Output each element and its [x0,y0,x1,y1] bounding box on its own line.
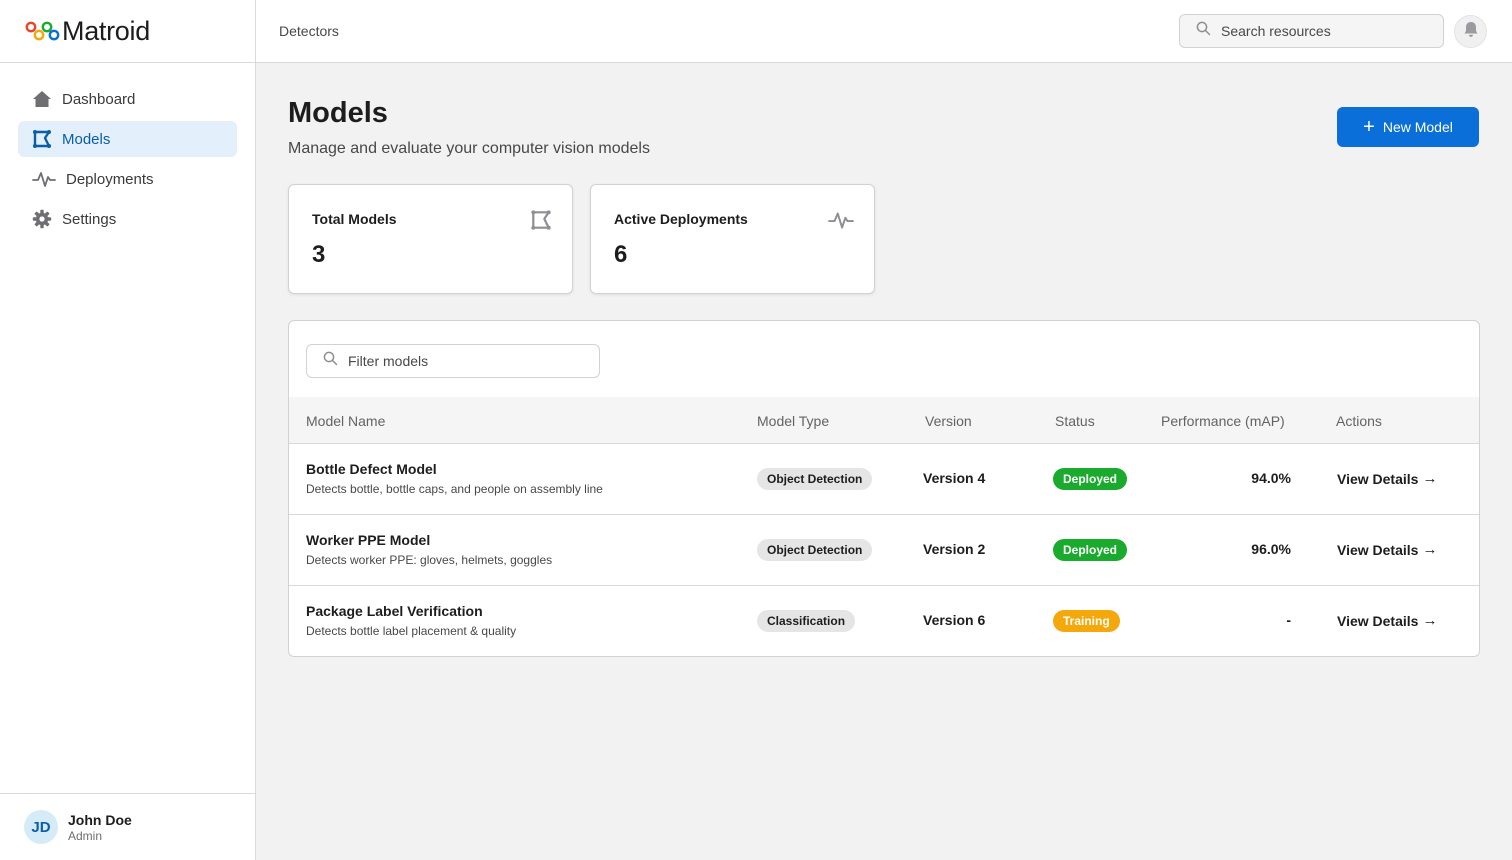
activity-icon [828,209,854,231]
stat-label: Total Models [312,211,397,227]
user-info: John Doe Admin [68,812,132,843]
status-badge: Deployed [1053,468,1128,490]
main-content: Models Manage and evaluate your computer… [256,63,1512,860]
sidebar-item-deployments[interactable]: Deployments [18,161,237,197]
filter-input[interactable] [348,353,578,369]
view-details-label: View Details [1337,470,1419,487]
model-description: Detects worker PPE: gloves, helmets, gog… [306,553,553,567]
notifications-button[interactable] [1454,15,1487,48]
plus-icon: + [1363,116,1375,138]
model-type-badge: Object Detection [757,468,873,490]
model-performance: 94.0% [1251,470,1291,486]
stat-value: 3 [312,241,326,268]
user-role: Admin [68,828,103,843]
matroid-logo-icon [24,19,60,43]
column-header[interactable]: Model Name [306,413,385,429]
gear-icon [32,209,52,229]
stat-label: Active Deployments [614,211,748,227]
sidebar-item-label: Deployments [66,170,154,188]
model-performance: 96.0% [1251,541,1291,557]
arrow-right-icon: → [1422,612,1438,629]
user-profile[interactable]: JD John Doe Admin [0,793,255,860]
models-table-card: Model Name Model Type Version Status Per… [288,320,1480,657]
table-row[interactable]: Worker PPE Model Detects worker PPE: glo… [289,515,1479,586]
model-description: Detects bottle label placement & quality [306,624,517,638]
view-details-link[interactable]: View Details → [1337,470,1437,487]
sidebar-item-settings[interactable]: Settings [18,201,237,237]
filter-box[interactable] [306,344,600,378]
table-row[interactable]: Package Label Verification Detects bottl… [289,586,1479,656]
model-type-badge: Object Detection [757,539,873,561]
arrow-right-icon: → [1422,470,1438,487]
sidebar: Matroid Dashboard Models Deployments Set… [0,0,256,860]
table-row[interactable]: Bottle Defect Model Detects bottle, bott… [289,444,1479,515]
search-input[interactable] [1221,23,1421,39]
avatar: JD [24,810,58,844]
breadcrumb[interactable]: Detectors [279,23,339,39]
column-header[interactable]: Actions [1336,413,1382,429]
sidebar-item-label: Models [62,130,111,148]
search-icon [1196,21,1211,41]
model-name: Bottle Defect Model [306,461,437,477]
stat-card-total-models: Total Models 3 [288,184,573,294]
search-icon [323,351,338,371]
column-header[interactable]: Performance (mAP) [1161,413,1285,429]
column-header[interactable]: Model Type [757,413,829,429]
user-name: John Doe [68,811,132,828]
sidebar-item-label: Dashboard [62,90,136,108]
view-details-link[interactable]: View Details → [1337,541,1437,558]
status-badge: Deployed [1053,539,1128,561]
bell-icon [1463,21,1479,43]
model-description: Detects bottle, bottle caps, and people … [306,482,603,496]
model-performance: - [1286,612,1291,628]
sidebar-item-dashboard[interactable]: Dashboard [18,81,237,117]
sidebar-nav: Dashboard Models Deployments Settings [0,63,255,237]
view-details-label: View Details [1337,541,1419,558]
column-header[interactable]: Version [925,413,972,429]
model-type-badge: Classification [757,610,856,632]
model-version: Version 2 [923,541,986,557]
sidebar-item-models[interactable]: Models [18,121,237,157]
topbar: Detectors [256,0,1512,63]
table-header: Model Name Model Type Version Status Per… [289,397,1479,444]
stat-value: 6 [614,241,628,268]
sidebar-item-label: Settings [62,210,117,228]
brand[interactable]: Matroid [0,0,255,63]
new-model-label: New Model [1382,119,1453,135]
status-badge: Training [1053,610,1120,632]
model-version: Version 4 [923,470,986,486]
activity-icon [32,169,56,189]
page-subtitle: Manage and evaluate your computer vision… [288,140,650,157]
search-box[interactable] [1179,14,1444,48]
model-icon [32,129,52,149]
home-icon [32,89,52,109]
brand-name: Matroid [62,15,150,46]
model-icon [530,209,552,231]
column-header[interactable]: Status [1055,413,1095,429]
new-model-button[interactable]: + New Model [1337,107,1479,147]
view-details-label: View Details [1337,612,1419,629]
view-details-link[interactable]: View Details → [1337,612,1437,629]
stat-card-active-deployments: Active Deployments 6 [590,184,875,294]
arrow-right-icon: → [1422,541,1438,558]
model-name: Package Label Verification [306,603,483,619]
page-title: Models [288,97,388,129]
model-name: Worker PPE Model [306,532,431,548]
model-version: Version 6 [923,612,986,628]
